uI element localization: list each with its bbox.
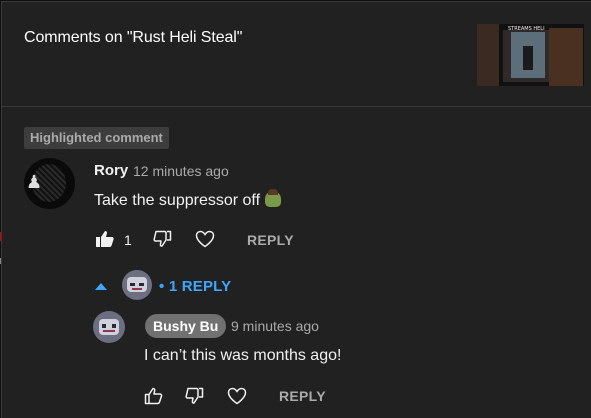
- highlighted-comment-badge: Highlighted comment: [24, 127, 169, 149]
- reply-button[interactable]: REPLY: [279, 388, 326, 404]
- replies-count-label: 1 REPLY: [168, 278, 232, 295]
- like-icon[interactable]: [94, 228, 116, 250]
- comments-header: Comments on "Rust Heli Steal" STREAMS HE…: [2, 2, 591, 107]
- facepalm-emoji-icon: [265, 189, 282, 207]
- comment-author[interactable]: Rory: [94, 162, 128, 179]
- dislike-icon[interactable]: [184, 385, 206, 407]
- reply-text: I can’t this was months ago!: [144, 347, 342, 364]
- heart-icon[interactable]: [194, 228, 216, 250]
- thumbnail-caption: STREAMS HELI: [508, 26, 545, 32]
- like-count: 1: [124, 232, 132, 248]
- like-icon[interactable]: [143, 385, 165, 407]
- dislike-icon[interactable]: [152, 228, 174, 250]
- replies-toggle[interactable]: • 1 REPLY: [159, 278, 231, 295]
- comment-text-content: Take the suppressor off: [94, 192, 261, 209]
- collapse-caret-icon[interactable]: [95, 283, 107, 290]
- reply-avatar-small: [122, 270, 152, 300]
- reply-button[interactable]: REPLY: [247, 232, 294, 248]
- avatar[interactable]: ♟: [24, 158, 75, 209]
- comment-text: Take the suppressor off: [94, 189, 282, 210]
- comments-panel: Comments on "Rust Heli Steal" STREAMS HE…: [1, 1, 591, 418]
- replies-separator: •: [159, 278, 165, 295]
- reply-timestamp[interactable]: 9 minutes ago: [231, 318, 319, 334]
- comment-timestamp[interactable]: 12 minutes ago: [133, 163, 229, 179]
- avatar[interactable]: [93, 311, 125, 343]
- reply-author-chip[interactable]: Bushy Bu: [145, 314, 227, 338]
- heart-icon[interactable]: [226, 385, 248, 407]
- comments-title: Comments on "Rust Heli Steal": [24, 29, 243, 46]
- video-thumbnail[interactable]: STREAMS HELI: [477, 24, 584, 86]
